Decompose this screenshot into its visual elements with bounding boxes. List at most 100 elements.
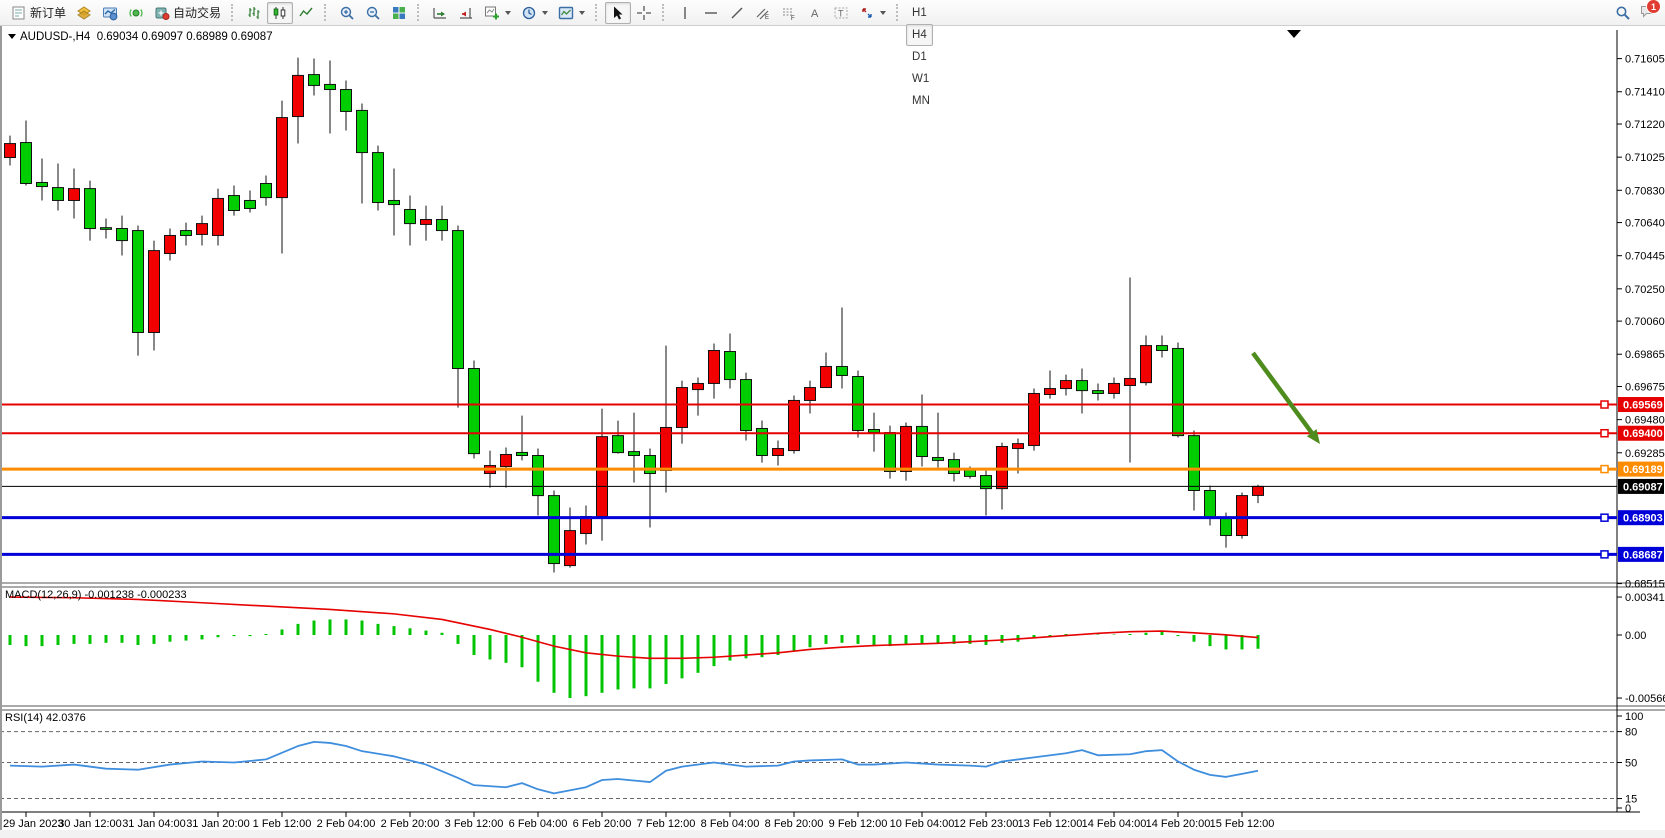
- chart-canvas[interactable]: 0.695690.694000.691890.690870.689030.686…: [0, 0, 1665, 838]
- candle-body-up: [1029, 393, 1040, 445]
- ohlc-high: 0.69097: [141, 31, 183, 43]
- date-axis-label: 2 Feb 04:00: [317, 818, 376, 830]
- price-axis-label: 0.69285: [1625, 448, 1665, 460]
- candle-body-up: [821, 366, 832, 387]
- line-handle[interactable]: [1601, 514, 1608, 521]
- candle-body-up: [1109, 383, 1120, 393]
- chart-shift-marker[interactable]: [1287, 30, 1301, 38]
- ohlc-open: 0.69034: [97, 31, 139, 43]
- candle-body-down: [949, 460, 960, 474]
- axis-price-tag-text: 0.69189: [1623, 464, 1663, 476]
- date-axis-label: 13 Feb 12:00: [1018, 818, 1083, 830]
- candle-body-down: [309, 75, 320, 86]
- rsi-value: 42.0376: [46, 712, 86, 724]
- date-axis-label: 29 Jan 2023: [3, 818, 64, 830]
- candle-body-down: [1221, 518, 1232, 536]
- candle-body-down: [1205, 490, 1216, 517]
- date-axis-label: 12 Feb 23:00: [954, 818, 1019, 830]
- candle-body-down: [869, 430, 880, 433]
- candle-body-down: [341, 90, 352, 112]
- candle-body-down: [1189, 436, 1200, 491]
- candle-body-down: [405, 209, 416, 223]
- axis-price-tag-text: 0.68903: [1623, 513, 1663, 525]
- candle-body-up: [997, 446, 1008, 488]
- price-axis-label: 0.68515: [1625, 579, 1665, 591]
- candle-body-up: [1237, 496, 1248, 536]
- date-axis-label: 8 Feb 20:00: [765, 818, 824, 830]
- candle-body-up: [597, 437, 608, 517]
- price-axis-label: 0.69675: [1625, 382, 1665, 394]
- date-axis-label: 7 Feb 12:00: [637, 818, 696, 830]
- candle-body-up: [1061, 381, 1072, 389]
- candle-body-up: [421, 220, 432, 225]
- candle-body-up: [149, 251, 160, 333]
- candle-body-down: [853, 376, 864, 430]
- candle-body-up: [565, 531, 576, 566]
- candle-body-down: [725, 352, 736, 380]
- candle-body-down: [885, 433, 896, 472]
- candle-body-up: [805, 388, 816, 401]
- candle-body-down: [53, 188, 64, 201]
- line-handle[interactable]: [1601, 551, 1608, 558]
- ohlc-low: 0.68989: [186, 31, 228, 43]
- chart-title: AUDUSD-,H4 0.69034 0.69097 0.68989 0.690…: [8, 31, 273, 43]
- date-axis-label: 15 Feb 12:00: [1210, 818, 1275, 830]
- price-axis-label: 0.71025: [1625, 152, 1665, 164]
- candle-body-down: [629, 452, 640, 456]
- candle-body-up: [69, 189, 80, 201]
- candle-body-down: [133, 231, 144, 333]
- candle-body-down: [325, 84, 336, 89]
- date-axis-label: 2 Feb 20:00: [381, 818, 440, 830]
- candle-body-down: [1077, 381, 1088, 391]
- date-axis-label: 10 Feb 04:00: [890, 818, 955, 830]
- candle-body-down: [245, 200, 256, 208]
- price-axis-label: 0.71605: [1625, 54, 1665, 66]
- candle-body-down: [181, 231, 192, 236]
- candle-body-down: [645, 455, 656, 473]
- candle-body-up: [165, 235, 176, 253]
- line-handle[interactable]: [1601, 466, 1608, 473]
- candle-body-down: [117, 229, 128, 241]
- candle-body-up: [213, 198, 224, 235]
- date-axis-label: 6 Feb 04:00: [509, 818, 568, 830]
- candle-body-down: [437, 220, 448, 231]
- candle-body-up: [1125, 379, 1136, 386]
- date-axis-label: 31 Jan 20:00: [186, 818, 250, 830]
- candle-body-up: [293, 75, 304, 116]
- candle-body-up: [1013, 444, 1024, 449]
- candle-body-down: [261, 183, 272, 197]
- window-left-edge: [0, 26, 2, 838]
- rsi-scale-label: 0: [1625, 803, 1631, 815]
- candle-body-down: [1093, 391, 1104, 394]
- candle-body-down: [517, 452, 528, 455]
- price-axis-label: 0.70640: [1625, 218, 1665, 230]
- axis-price-tag-text: 0.69569: [1623, 400, 1663, 412]
- macd-indicator-label: MACD(12,26,9) -0.001238 -0.000233: [5, 589, 187, 601]
- price-axis-label: 0.69865: [1625, 349, 1665, 361]
- candle-body-down: [837, 366, 848, 375]
- candle-body-down: [613, 436, 624, 453]
- price-axis-label: 0.71410: [1625, 87, 1665, 99]
- price-axis-label: 0.70445: [1625, 251, 1665, 263]
- rsi-indicator-label: RSI(14) 42.0376: [5, 712, 86, 724]
- date-axis-label: 14 Feb 04:00: [1082, 818, 1147, 830]
- date-axis-label: 8 Feb 04:00: [701, 818, 760, 830]
- price-axis-label: 0.69480: [1625, 415, 1665, 427]
- sell-signal-arrow[interactable]: [1253, 353, 1312, 433]
- candle-body-down: [1157, 346, 1168, 351]
- macd-value-signal: -0.000233: [137, 589, 187, 601]
- candle-body-up: [709, 350, 720, 383]
- bottom-strip: [0, 830, 1665, 838]
- candle-body-up: [789, 400, 800, 450]
- line-handle[interactable]: [1601, 401, 1608, 408]
- candle-body-down: [229, 196, 240, 211]
- price-axis-label: 0.70250: [1625, 284, 1665, 296]
- candle-body-up: [277, 118, 288, 198]
- macd-scale-label: 0.003413: [1625, 592, 1665, 604]
- date-axis-label: 3 Feb 12:00: [445, 818, 504, 830]
- price-axis-label: 0.70060: [1625, 316, 1665, 328]
- line-handle[interactable]: [1601, 430, 1608, 437]
- rsi-scale-label: 100: [1625, 711, 1643, 723]
- date-axis-label: 30 Jan 12:00: [58, 818, 122, 830]
- symbol-dropdown-icon[interactable]: [8, 34, 16, 39]
